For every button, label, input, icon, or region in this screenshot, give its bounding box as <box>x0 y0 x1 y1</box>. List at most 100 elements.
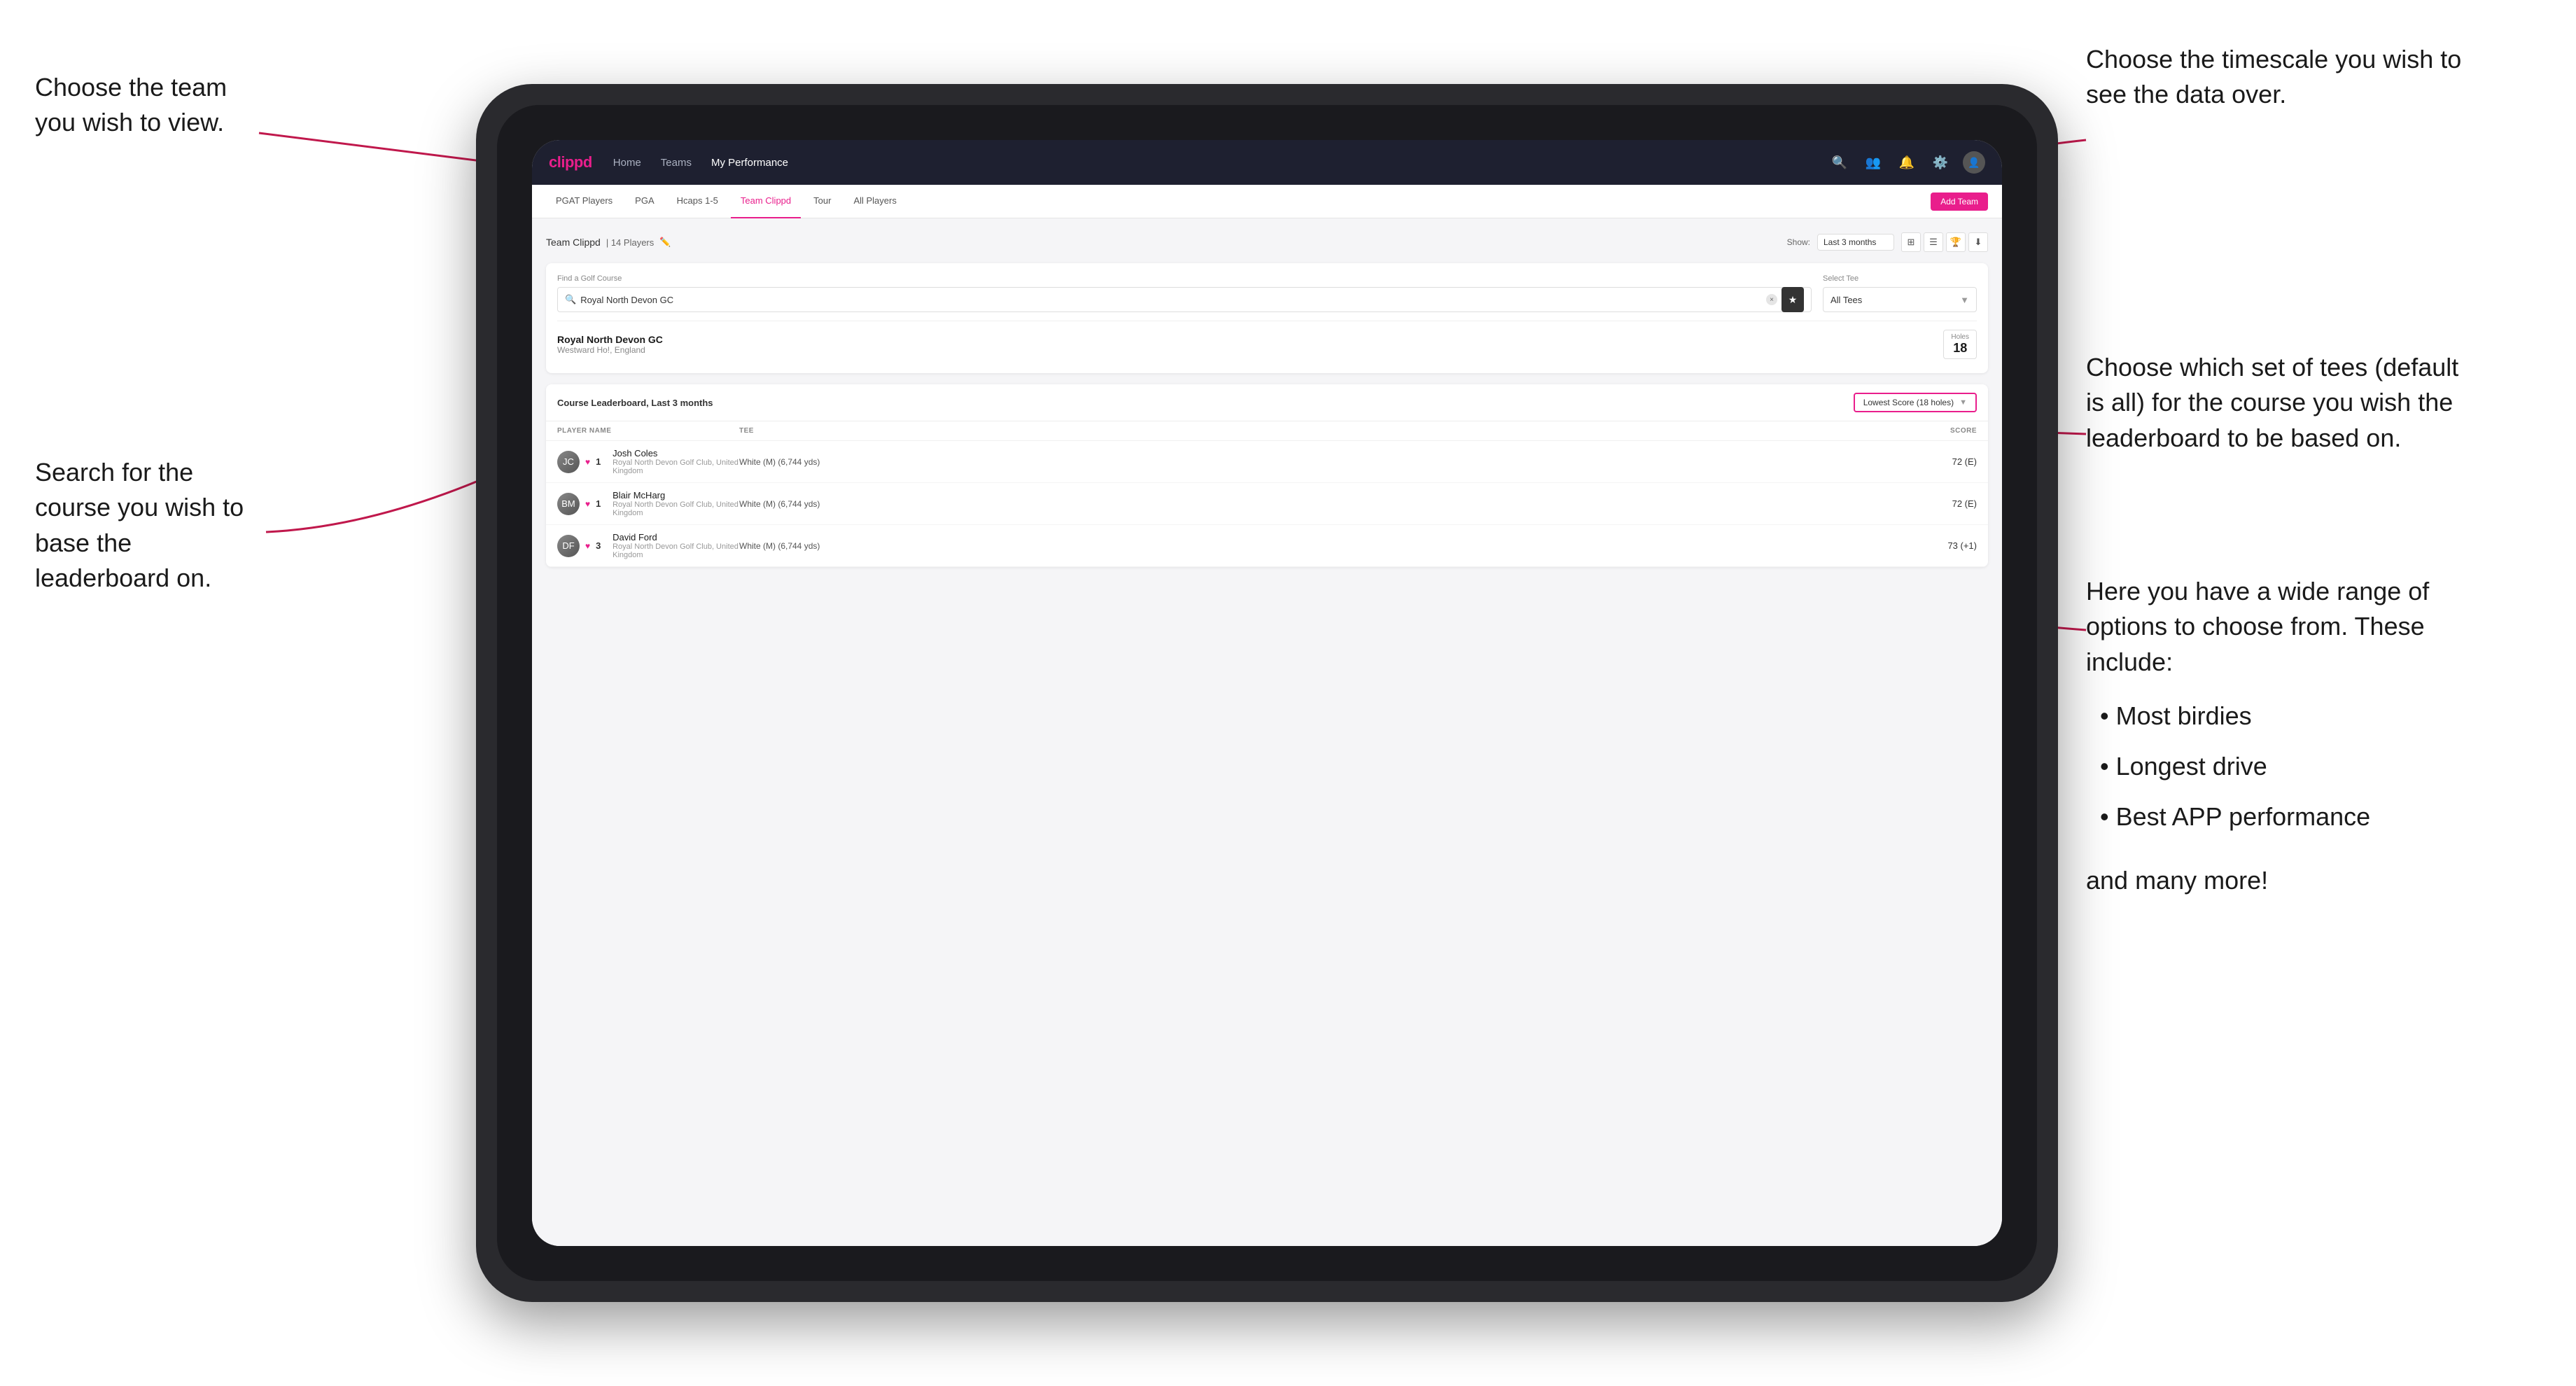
nav-tour[interactable]: Tour <box>804 185 841 218</box>
list-view-icon[interactable]: ☰ <box>1924 232 1943 252</box>
col-tee-header: TEE <box>739 427 1865 435</box>
star-button[interactable]: ★ <box>1782 287 1804 312</box>
player-info-2: BM ♥ 1 Blair McHarg Royal North Devon Go… <box>557 490 739 517</box>
avatar-img-2: BM <box>557 493 580 515</box>
user-avatar[interactable]: 👤 <box>1963 151 1985 174</box>
show-label: Show: <box>1787 237 1810 247</box>
player-count: | 14 Players <box>606 237 654 248</box>
chevron-down-icon: ▼ <box>1959 398 1967 407</box>
rank-1: 1 <box>596 456 607 467</box>
annotation-top-right: Choose the timescale you wish to see the… <box>2086 42 2478 113</box>
col-score-header: SCORE <box>1865 427 1977 435</box>
view-icons: ⊞ ☰ 🏆 ⬇ <box>1901 232 1988 252</box>
search-icon-small: 🔍 <box>565 294 576 305</box>
team-name: Team Clippd <box>546 237 601 248</box>
player-score-3: 73 (+1) <box>1865 540 1977 551</box>
holes-box: Holes 18 <box>1943 330 1977 359</box>
annotation-middle-left: Search for the course you wish to base t… <box>35 455 273 596</box>
heart-icon-2[interactable]: ♥ <box>585 499 590 509</box>
main-content: Team Clippd | 14 Players ✏️ Show: Last 3… <box>532 218 2002 1246</box>
edit-icon[interactable]: ✏️ <box>659 237 671 248</box>
nav-pgat[interactable]: PGAT Players <box>546 185 622 218</box>
player-score-2: 72 (E) <box>1865 498 1977 509</box>
nav-home[interactable]: Home <box>613 157 641 169</box>
nav-team-clippd[interactable]: Team Clippd <box>731 185 801 218</box>
holes-value: 18 <box>1953 341 1967 355</box>
course-search-input[interactable] <box>580 295 1762 305</box>
chevron-down-icon: ▼ <box>1960 295 1969 305</box>
player-avatar-1: JC <box>557 451 580 473</box>
tablet-device: clippd Home Teams My Performance 🔍 👥 🔔 ⚙… <box>476 84 2058 1302</box>
screen-content: clippd Home Teams My Performance 🔍 👥 🔔 ⚙… <box>532 140 2002 1246</box>
course-name: Royal North Devon GC <box>557 334 663 345</box>
player-name-group-2: Blair McHarg Royal North Devon Golf Club… <box>612 490 739 517</box>
player-row-3: DF ♥ 3 David Ford Royal North Devon Golf… <box>546 525 1988 567</box>
search-row: Find a Golf Course 🔍 × ★ Select Tee <box>557 274 1977 312</box>
player-tee-2: White (M) (6,744 yds) <box>739 499 1865 509</box>
player-info-1: JC ♥ 1 Josh Coles Royal North Devon Golf… <box>557 448 739 475</box>
nav-teams[interactable]: Teams <box>661 157 692 169</box>
tee-select[interactable]: All Tees ▼ <box>1823 287 1977 312</box>
nav-my-performance[interactable]: My Performance <box>711 157 788 169</box>
annotation-top-left: Choose the team you wish to view. <box>35 70 259 141</box>
player-name-group-3: David Ford Royal North Devon Golf Club, … <box>612 532 739 559</box>
secondary-nav: PGAT Players PGA Hcaps 1-5 Team Clippd T… <box>532 185 2002 218</box>
add-team-button[interactable]: Add Team <box>1931 192 1988 211</box>
annotation-tees: Choose which set of tees (default is all… <box>2086 350 2478 456</box>
settings-icon[interactable]: ⚙️ <box>1929 151 1952 174</box>
nav-links: Home Teams My Performance <box>613 157 1828 169</box>
search-icon[interactable]: 🔍 <box>1828 151 1851 174</box>
score-selector-label: Lowest Score (18 holes) <box>1863 398 1954 407</box>
leaderboard-columns: PLAYER NAME TEE SCORE <box>546 421 1988 441</box>
grid-view-icon[interactable]: ⊞ <box>1901 232 1921 252</box>
player-club-2: Royal North Devon Golf Club, United King… <box>612 500 739 517</box>
avatar-img-1: JC <box>557 451 580 473</box>
find-course-label: Find a Golf Course <box>557 274 1812 283</box>
player-tee-1: White (M) (6,744 yds) <box>739 457 1865 467</box>
player-info-3: DF ♥ 3 David Ford Royal North Devon Golf… <box>557 532 739 559</box>
score-selector-button[interactable]: Lowest Score (18 holes) ▼ <box>1854 393 1977 412</box>
player-row-2: BM ♥ 1 Blair McHarg Royal North Devon Go… <box>546 483 1988 525</box>
nav-all-players[interactable]: All Players <box>844 185 906 218</box>
player-name-3: David Ford <box>612 532 739 542</box>
nav-pga[interactable]: PGA <box>625 185 664 218</box>
trophy-icon[interactable]: 🏆 <box>1946 232 1966 252</box>
tee-select-label: Select Tee <box>1823 274 1977 283</box>
heart-icon-3[interactable]: ♥ <box>585 541 590 551</box>
player-avatar-2: BM <box>557 493 580 515</box>
tee-value: All Tees <box>1830 295 1862 305</box>
player-club-1: Royal North Devon Golf Club, United King… <box>612 458 739 475</box>
player-row: JC ♥ 1 Josh Coles Royal North Devon Golf… <box>546 441 1988 483</box>
player-name-group-1: Josh Coles Royal North Devon Golf Club, … <box>612 448 739 475</box>
holes-label: Holes <box>1951 333 1969 341</box>
annotation-options: Here you have a wide range of options to… <box>2086 574 2478 899</box>
col-player-header: PLAYER NAME <box>557 427 739 435</box>
search-card: Find a Golf Course 🔍 × ★ Select Tee <box>546 263 1988 373</box>
player-name-1: Josh Coles <box>612 448 739 458</box>
course-result-info: Royal North Devon GC Westward Ho!, Engla… <box>557 334 663 355</box>
player-tee-3: White (M) (6,744 yds) <box>739 541 1865 551</box>
tee-group: Select Tee All Tees ▼ <box>1823 274 1977 312</box>
tablet-screen: clippd Home Teams My Performance 🔍 👥 🔔 ⚙… <box>532 140 2002 1246</box>
search-clear-button[interactable]: × <box>1766 294 1777 305</box>
search-input-wrap: 🔍 × ★ <box>557 287 1812 312</box>
nav-icons: 🔍 👥 🔔 ⚙️ 👤 <box>1828 151 1985 174</box>
player-name-2: Blair McHarg <box>612 490 739 500</box>
team-title-group: Team Clippd | 14 Players ✏️ <box>546 237 671 248</box>
team-header: Team Clippd | 14 Players ✏️ Show: Last 3… <box>546 232 1988 252</box>
course-result: Royal North Devon GC Westward Ho!, Engla… <box>557 321 1977 362</box>
heart-icon-1[interactable]: ♥ <box>585 457 590 467</box>
bell-icon[interactable]: 🔔 <box>1896 151 1918 174</box>
tablet-inner: clippd Home Teams My Performance 🔍 👥 🔔 ⚙… <box>497 105 2037 1281</box>
people-icon[interactable]: 👥 <box>1862 151 1884 174</box>
leaderboard-card: Course Leaderboard, Last 3 months Lowest… <box>546 384 1988 567</box>
team-controls: Show: Last 3 months Last month Last 6 mo… <box>1787 232 1988 252</box>
rank-3: 3 <box>596 540 607 551</box>
download-icon[interactable]: ⬇ <box>1968 232 1988 252</box>
search-group: Find a Golf Course 🔍 × ★ <box>557 274 1812 312</box>
nav-bar: clippd Home Teams My Performance 🔍 👥 🔔 ⚙… <box>532 140 2002 185</box>
show-select[interactable]: Last 3 months Last month Last 6 months L… <box>1817 234 1894 251</box>
nav-hcaps[interactable]: Hcaps 1-5 <box>667 185 728 218</box>
player-club-3: Royal North Devon Golf Club, United King… <box>612 542 739 559</box>
avatar-img-3: DF <box>557 535 580 557</box>
